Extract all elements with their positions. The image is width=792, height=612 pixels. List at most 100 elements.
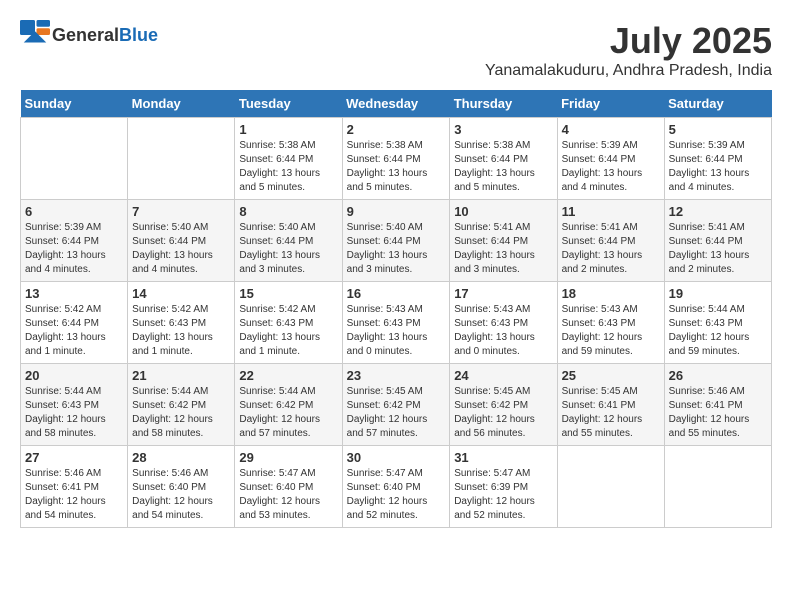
calendar-day-cell: 28 Sunrise: 5:46 AM Sunset: 6:40 PM Dayli… bbox=[128, 446, 235, 528]
calendar-day-cell: 6 Sunrise: 5:39 AM Sunset: 6:44 PM Daylig… bbox=[21, 200, 128, 282]
calendar-week-row: 13 Sunrise: 5:42 AM Sunset: 6:44 PM Dayli… bbox=[21, 282, 772, 364]
day-number: 27 bbox=[25, 450, 123, 465]
day-info: Sunrise: 5:43 AM Sunset: 6:43 PM Dayligh… bbox=[347, 303, 446, 359]
calendar-week-row: 27 Sunrise: 5:46 AM Sunset: 6:41 PM Dayli… bbox=[21, 446, 772, 528]
day-number: 22 bbox=[239, 368, 337, 383]
day-number: 8 bbox=[239, 204, 337, 219]
calendar-day-cell: 29 Sunrise: 5:47 AM Sunset: 6:40 PM Dayli… bbox=[235, 446, 342, 528]
calendar-day-cell: 26 Sunrise: 5:46 AM Sunset: 6:41 PM Dayli… bbox=[664, 364, 771, 446]
day-info: Sunrise: 5:38 AM Sunset: 6:44 PM Dayligh… bbox=[454, 139, 552, 195]
day-number: 23 bbox=[347, 368, 446, 383]
logo: GeneralBlue bbox=[20, 20, 158, 50]
day-info: Sunrise: 5:47 AM Sunset: 6:40 PM Dayligh… bbox=[239, 467, 337, 523]
day-number: 2 bbox=[347, 122, 446, 137]
day-info: Sunrise: 5:46 AM Sunset: 6:41 PM Dayligh… bbox=[25, 467, 123, 523]
day-info: Sunrise: 5:39 AM Sunset: 6:44 PM Dayligh… bbox=[25, 221, 123, 277]
day-info: Sunrise: 5:46 AM Sunset: 6:41 PM Dayligh… bbox=[669, 385, 767, 441]
day-number: 30 bbox=[347, 450, 446, 465]
calendar-day-cell: 13 Sunrise: 5:42 AM Sunset: 6:44 PM Dayli… bbox=[21, 282, 128, 364]
calendar-day-cell: 17Sunrise: 5:43 AM Sunset: 6:43 PM Dayli… bbox=[450, 282, 557, 364]
calendar-day-cell: 1 Sunrise: 5:38 AM Sunset: 6:44 PM Daylig… bbox=[235, 118, 342, 200]
weekday-header-tuesday: Tuesday bbox=[235, 90, 342, 118]
logo-icon bbox=[20, 20, 50, 50]
day-number: 13 bbox=[25, 286, 123, 301]
calendar-day-cell: 31Sunrise: 5:47 AM Sunset: 6:39 PM Dayli… bbox=[450, 446, 557, 528]
day-number: 4 bbox=[562, 122, 660, 137]
day-number: 29 bbox=[239, 450, 337, 465]
calendar-day-cell: 5 Sunrise: 5:39 AM Sunset: 6:44 PM Daylig… bbox=[664, 118, 771, 200]
weekday-header-wednesday: Wednesday bbox=[342, 90, 450, 118]
day-info: Sunrise: 5:46 AM Sunset: 6:40 PM Dayligh… bbox=[132, 467, 230, 523]
day-number: 25 bbox=[562, 368, 660, 383]
page-header: GeneralBlue July 2025 Yanamalakuduru, An… bbox=[20, 20, 772, 80]
title-area: July 2025 Yanamalakuduru, Andhra Pradesh… bbox=[485, 20, 772, 80]
calendar-day-cell: 9 Sunrise: 5:40 AM Sunset: 6:44 PM Daylig… bbox=[342, 200, 450, 282]
month-title: July 2025 bbox=[485, 20, 772, 62]
day-number: 1 bbox=[239, 122, 337, 137]
calendar-day-cell: 2Sunrise: 5:38 AM Sunset: 6:44 PM Daylig… bbox=[342, 118, 450, 200]
calendar-day-cell: 25 Sunrise: 5:45 AM Sunset: 6:41 PM Dayli… bbox=[557, 364, 664, 446]
day-number: 5 bbox=[669, 122, 767, 137]
day-number: 20 bbox=[25, 368, 123, 383]
day-info: Sunrise: 5:44 AM Sunset: 6:43 PM Dayligh… bbox=[25, 385, 123, 441]
calendar-week-row: 1 Sunrise: 5:38 AM Sunset: 6:44 PM Daylig… bbox=[21, 118, 772, 200]
calendar-day-cell: 21Sunrise: 5:44 AM Sunset: 6:42 PM Dayli… bbox=[128, 364, 235, 446]
day-info: Sunrise: 5:45 AM Sunset: 6:42 PM Dayligh… bbox=[347, 385, 446, 441]
day-info: Sunrise: 5:47 AM Sunset: 6:40 PM Dayligh… bbox=[347, 467, 446, 523]
day-number: 26 bbox=[669, 368, 767, 383]
day-number: 17 bbox=[454, 286, 552, 301]
day-info: Sunrise: 5:44 AM Sunset: 6:42 PM Dayligh… bbox=[239, 385, 337, 441]
day-number: 16 bbox=[347, 286, 446, 301]
calendar-day-cell: 19 Sunrise: 5:44 AM Sunset: 6:43 PM Dayli… bbox=[664, 282, 771, 364]
day-number: 10 bbox=[454, 204, 552, 219]
calendar-day-cell: 23 Sunrise: 5:45 AM Sunset: 6:42 PM Dayli… bbox=[342, 364, 450, 446]
day-number: 14 bbox=[132, 286, 230, 301]
day-info: Sunrise: 5:44 AM Sunset: 6:43 PM Dayligh… bbox=[669, 303, 767, 359]
calendar-day-cell: 27 Sunrise: 5:46 AM Sunset: 6:41 PM Dayli… bbox=[21, 446, 128, 528]
day-number: 28 bbox=[132, 450, 230, 465]
day-info: Sunrise: 5:39 AM Sunset: 6:44 PM Dayligh… bbox=[669, 139, 767, 195]
day-number: 19 bbox=[669, 286, 767, 301]
calendar-day-cell bbox=[128, 118, 235, 200]
day-number: 7 bbox=[132, 204, 230, 219]
calendar-day-cell: 20 Sunrise: 5:44 AM Sunset: 6:43 PM Dayli… bbox=[21, 364, 128, 446]
day-number: 11 bbox=[562, 204, 660, 219]
day-number: 15 bbox=[239, 286, 337, 301]
day-info: Sunrise: 5:41 AM Sunset: 6:44 PM Dayligh… bbox=[454, 221, 552, 277]
calendar-day-cell: 30 Sunrise: 5:47 AM Sunset: 6:40 PM Dayli… bbox=[342, 446, 450, 528]
day-info: Sunrise: 5:41 AM Sunset: 6:44 PM Dayligh… bbox=[669, 221, 767, 277]
day-info: Sunrise: 5:45 AM Sunset: 6:42 PM Dayligh… bbox=[454, 385, 552, 441]
calendar-day-cell: 10 Sunrise: 5:41 AM Sunset: 6:44 PM Dayli… bbox=[450, 200, 557, 282]
day-info: Sunrise: 5:40 AM Sunset: 6:44 PM Dayligh… bbox=[132, 221, 230, 277]
day-info: Sunrise: 5:43 AM Sunset: 6:43 PM Dayligh… bbox=[562, 303, 660, 359]
day-info: Sunrise: 5:38 AM Sunset: 6:44 PM Dayligh… bbox=[239, 139, 337, 195]
calendar-table: SundayMondayTuesdayWednesdayThursdayFrid… bbox=[20, 90, 772, 528]
calendar-day-cell: 12Sunrise: 5:41 AM Sunset: 6:44 PM Dayli… bbox=[664, 200, 771, 282]
weekday-header-saturday: Saturday bbox=[664, 90, 771, 118]
day-info: Sunrise: 5:40 AM Sunset: 6:44 PM Dayligh… bbox=[347, 221, 446, 277]
day-number: 6 bbox=[25, 204, 123, 219]
weekday-header-friday: Friday bbox=[557, 90, 664, 118]
calendar-day-cell: 4Sunrise: 5:39 AM Sunset: 6:44 PM Daylig… bbox=[557, 118, 664, 200]
logo-general-text: GeneralBlue bbox=[52, 25, 158, 46]
calendar-week-row: 20 Sunrise: 5:44 AM Sunset: 6:43 PM Dayli… bbox=[21, 364, 772, 446]
day-number: 3 bbox=[454, 122, 552, 137]
day-info: Sunrise: 5:42 AM Sunset: 6:43 PM Dayligh… bbox=[132, 303, 230, 359]
calendar-day-cell: 15Sunrise: 5:42 AM Sunset: 6:43 PM Dayli… bbox=[235, 282, 342, 364]
calendar-week-row: 6 Sunrise: 5:39 AM Sunset: 6:44 PM Daylig… bbox=[21, 200, 772, 282]
weekday-header-row: SundayMondayTuesdayWednesdayThursdayFrid… bbox=[21, 90, 772, 118]
day-info: Sunrise: 5:40 AM Sunset: 6:44 PM Dayligh… bbox=[239, 221, 337, 277]
day-number: 21 bbox=[132, 368, 230, 383]
day-info: Sunrise: 5:42 AM Sunset: 6:44 PM Dayligh… bbox=[25, 303, 123, 359]
day-number: 9 bbox=[347, 204, 446, 219]
calendar-day-cell: 7 Sunrise: 5:40 AM Sunset: 6:44 PM Daylig… bbox=[128, 200, 235, 282]
calendar-day-cell bbox=[664, 446, 771, 528]
weekday-header-thursday: Thursday bbox=[450, 90, 557, 118]
calendar-day-cell: 16 Sunrise: 5:43 AM Sunset: 6:43 PM Dayli… bbox=[342, 282, 450, 364]
calendar-day-cell: 24Sunrise: 5:45 AM Sunset: 6:42 PM Dayli… bbox=[450, 364, 557, 446]
day-number: 31 bbox=[454, 450, 552, 465]
day-info: Sunrise: 5:41 AM Sunset: 6:44 PM Dayligh… bbox=[562, 221, 660, 277]
calendar-day-cell: 8 Sunrise: 5:40 AM Sunset: 6:44 PM Daylig… bbox=[235, 200, 342, 282]
day-number: 18 bbox=[562, 286, 660, 301]
day-info: Sunrise: 5:45 AM Sunset: 6:41 PM Dayligh… bbox=[562, 385, 660, 441]
